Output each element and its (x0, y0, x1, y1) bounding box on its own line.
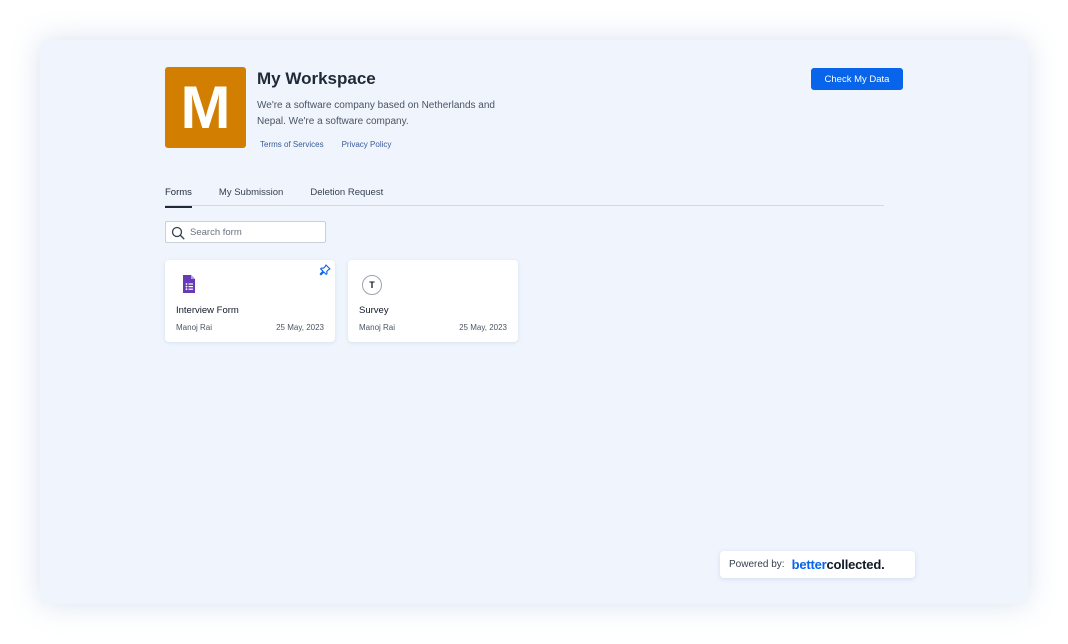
form-card-title: Survey (359, 305, 389, 316)
check-my-data-button[interactable]: Check My Data (811, 68, 903, 90)
tab-bar: Forms My Submission Deletion Request (165, 186, 884, 208)
form-card-title: Interview Form (176, 305, 239, 316)
search-input[interactable] (190, 225, 322, 240)
workspace-logo-letter: M (180, 73, 231, 141)
workspace-description: We're a software company based on Nether… (257, 100, 495, 127)
form-card-author: Manoj Rai (176, 323, 213, 332)
typeform-icon: T (362, 275, 382, 295)
pin-icon[interactable] (319, 264, 331, 276)
form-card-date: 25 May, 2023 (459, 323, 507, 332)
tab-forms[interactable]: Forms (165, 186, 192, 208)
form-card-survey[interactable]: T Survey Manoj Rai 25 May, 2023 (348, 260, 518, 342)
brand-part-better: better (791, 557, 827, 572)
powered-by-badge[interactable]: Powered by: bettercollected. (720, 551, 915, 578)
google-forms-icon (183, 275, 195, 293)
workspace-links: Terms of Services Privacy Policy (260, 140, 391, 149)
workspace-title: My Workspace (257, 69, 376, 88)
privacy-link[interactable]: Privacy Policy (342, 140, 392, 149)
tab-deletion-request[interactable]: Deletion Request (310, 186, 383, 206)
search-icon (171, 226, 185, 240)
brand-part-collected: collected. (826, 557, 885, 572)
form-card-interview-form[interactable]: Interview Form Manoj Rai 25 May, 2023 (165, 260, 335, 342)
bettercollected-logo: bettercollected. (792, 557, 885, 572)
typeform-letter: T (369, 280, 375, 290)
form-card-date: 25 May, 2023 (276, 323, 324, 332)
powered-by-label: Powered by: (729, 559, 785, 570)
search-box[interactable] (165, 221, 326, 243)
app-frame: M My Workspace We're a software company … (40, 40, 1028, 604)
tab-my-submission[interactable]: My Submission (219, 186, 283, 206)
terms-link[interactable]: Terms of Services (260, 140, 324, 149)
workspace-logo: M (165, 67, 246, 148)
form-card-author: Manoj Rai (359, 323, 396, 332)
